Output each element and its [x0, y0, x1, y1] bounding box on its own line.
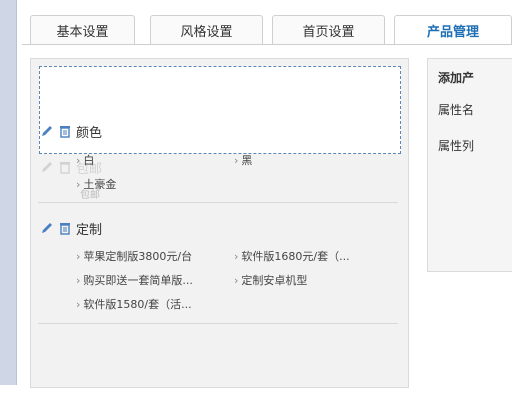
chevron-right-icon: › — [76, 298, 81, 311]
divider — [38, 202, 398, 203]
attribute-option[interactable]: › 黑 — [234, 152, 252, 168]
left-sidebar-strip — [0, 0, 17, 385]
attribute-option[interactable]: › 土豪金 — [76, 176, 116, 192]
tab-product-management[interactable]: 产品管理 — [394, 15, 512, 45]
trash-icon[interactable] — [56, 219, 74, 237]
edit-icon[interactable] — [38, 122, 56, 140]
tab-style-settings[interactable]: 风格设置 — [150, 15, 263, 45]
group-header-custom: 定制 — [38, 218, 102, 238]
chevron-right-icon: › — [234, 154, 239, 167]
add-panel-title: 添加产 — [438, 71, 475, 85]
edit-icon — [38, 158, 56, 176]
tab-basic-settings[interactable]: 基本设置 — [30, 15, 135, 45]
tab-label: 基本设置 — [56, 25, 109, 40]
tab-label: 产品管理 — [426, 25, 479, 40]
chevron-right-icon: › — [76, 154, 81, 167]
page: 基本设置 风格设置 首页设置 产品管理 颜色 包邮 包邮 › 白 › 黑 › 土豪金 — [0, 0, 512, 412]
group-header-color: 颜色 — [38, 121, 102, 141]
tab-homepage-settings[interactable]: 首页设置 — [272, 15, 385, 45]
group-title: 定制 — [76, 222, 103, 238]
attribute-option[interactable]: › 白 — [76, 152, 94, 168]
chevron-right-icon: › — [234, 250, 239, 263]
attribute-option[interactable]: › 苹果定制版3800元/台 — [76, 248, 192, 264]
tab-label: 风格设置 — [180, 25, 233, 40]
tab-label: 首页设置 — [302, 25, 355, 40]
attribute-option[interactable]: › 软件版1580/套（活... — [76, 296, 192, 312]
attribute-option[interactable]: › 定制安卓机型 — [234, 272, 307, 288]
chevron-right-icon: › — [76, 178, 81, 191]
group-title: 颜色 — [76, 125, 103, 141]
edit-icon[interactable] — [38, 219, 56, 237]
add-attribute-panel: 添加产 属性名 属性列 — [427, 58, 512, 272]
attribute-option[interactable]: › 软件版1680元/套（... — [234, 248, 350, 264]
chevron-right-icon: › — [76, 274, 81, 287]
trash-icon — [56, 158, 74, 176]
trash-icon[interactable] — [56, 122, 74, 140]
chevron-right-icon: › — [234, 274, 239, 287]
attribute-name-label: 属性名 — [438, 103, 475, 117]
chevron-right-icon: › — [76, 250, 81, 263]
tab-underline — [22, 44, 512, 45]
attribute-values-label: 属性列 — [438, 139, 475, 153]
attribute-option[interactable]: › 购买即送一套简单版... — [76, 272, 193, 288]
divider — [38, 323, 398, 324]
